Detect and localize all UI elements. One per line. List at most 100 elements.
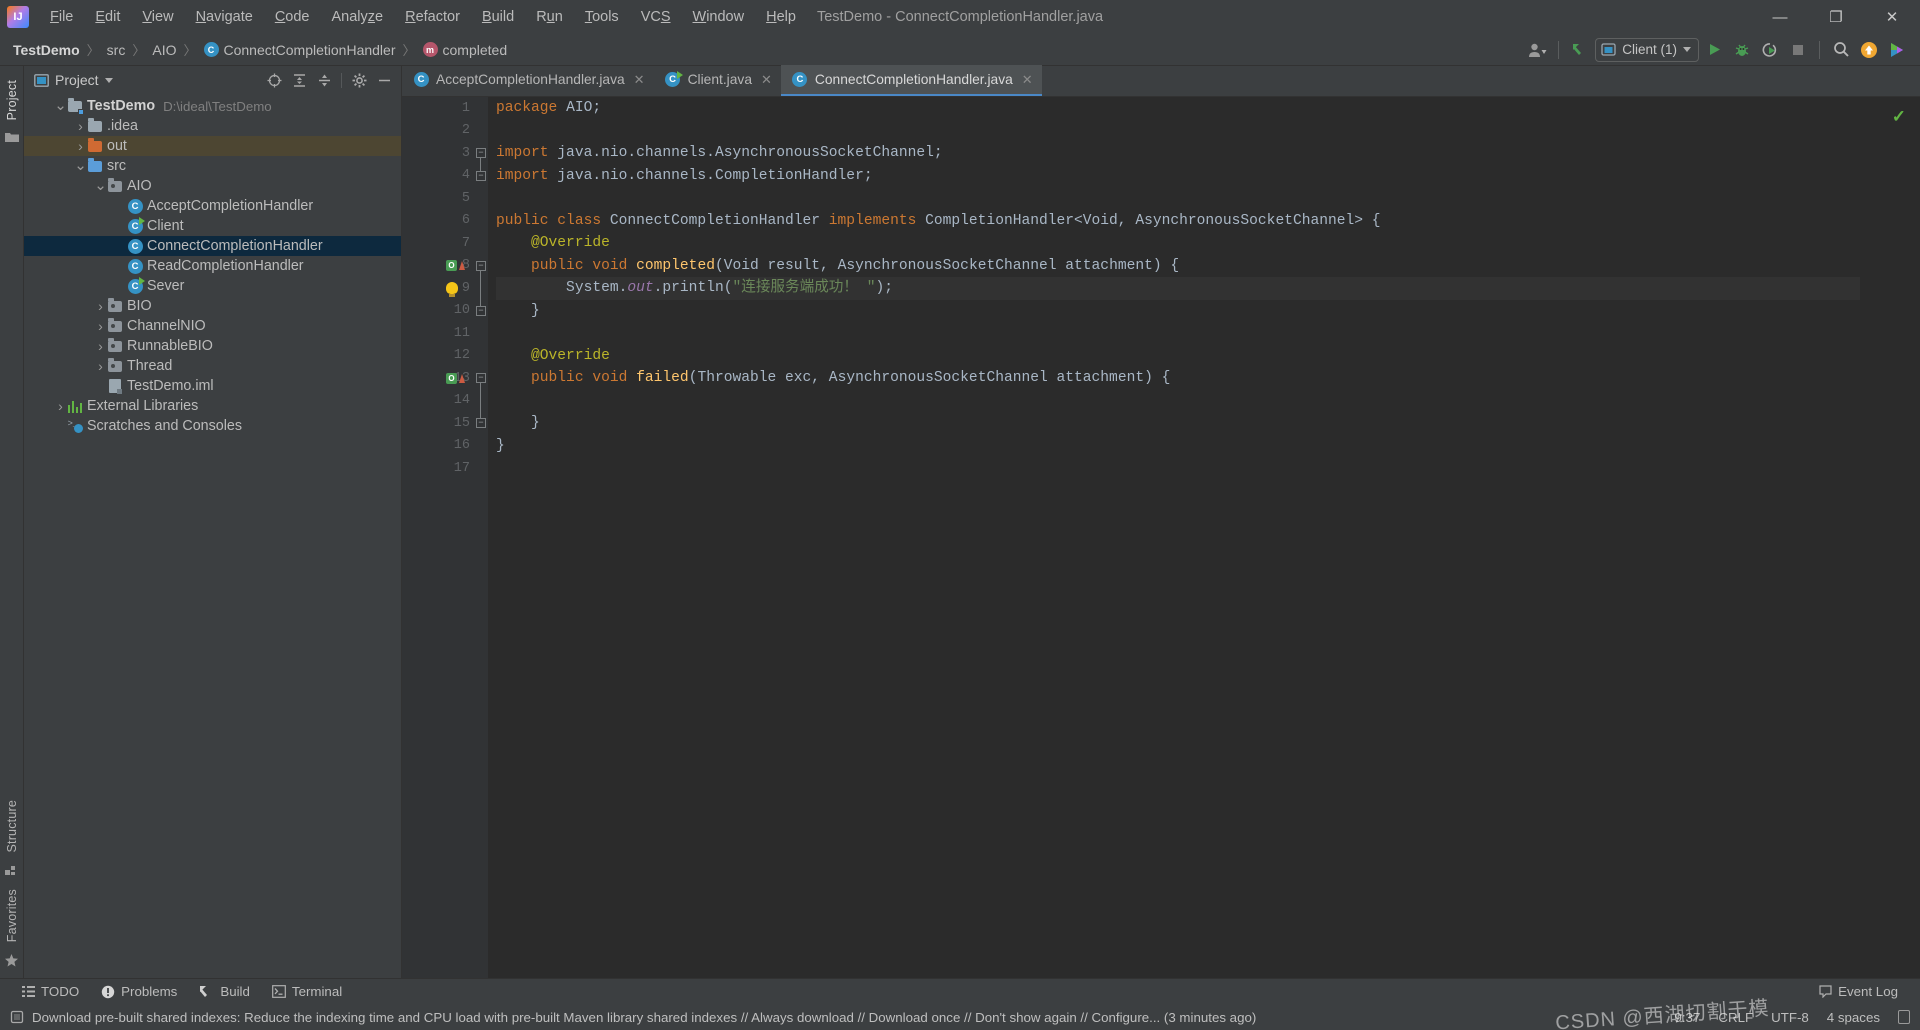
- code-line[interactable]: }: [496, 435, 1860, 458]
- scroll-from-source-icon[interactable]: [263, 69, 285, 91]
- chevron-down-icon[interactable]: ⌄: [54, 98, 67, 113]
- run-with-coverage-icon[interactable]: [1757, 37, 1783, 63]
- caret-position[interactable]: 9:37: [1674, 1010, 1700, 1025]
- tree-node-connectcompletionhandler[interactable]: C ConnectCompletionHandler: [24, 236, 401, 256]
- maximize-button[interactable]: ❐: [1808, 0, 1864, 34]
- tree-node-aio[interactable]: ⌄ AIO: [24, 176, 401, 196]
- gear-icon[interactable]: [348, 69, 370, 91]
- code-line[interactable]: package AIO;: [496, 97, 1860, 120]
- tree-node-out[interactable]: › out: [24, 136, 401, 156]
- fold-imports-icon[interactable]: −: [476, 148, 486, 158]
- source-code[interactable]: package AIO; import java.nio.channels.As…: [488, 97, 1860, 978]
- menu-item-run[interactable]: Run: [525, 4, 574, 30]
- tree-node--idea[interactable]: › .idea: [24, 116, 401, 136]
- editor-tab-acceptcompletionhandler-java[interactable]: C AcceptCompletionHandler.java ✕: [402, 65, 654, 96]
- editor-tab-connectcompletionhandler-java[interactable]: C ConnectCompletionHandler.java ✕: [780, 65, 1042, 96]
- close-icon[interactable]: ✕: [761, 72, 772, 88]
- menu-item-refactor[interactable]: Refactor: [394, 4, 471, 30]
- indent-setting[interactable]: 4 spaces: [1827, 1010, 1880, 1025]
- menu-item-navigate[interactable]: Navigate: [185, 4, 264, 30]
- hide-panel-icon[interactable]: [373, 69, 395, 91]
- menu-item-help[interactable]: Help: [755, 4, 807, 30]
- menu-item-analyze[interactable]: Analyze: [321, 4, 395, 30]
- code-line[interactable]: [496, 457, 1860, 480]
- editor-gutter[interactable]: 1 2 3 4 5 6 7 O 8 9 10 11 12 O 13 14 15 16 17: [402, 97, 474, 978]
- chevron-down-icon[interactable]: ⌄: [74, 158, 87, 173]
- tree-node-acceptcompletionhandler[interactable]: C AcceptCompletionHandler: [24, 196, 401, 216]
- editor-tab-client-java[interactable]: C Client.java ✕: [654, 65, 781, 96]
- chevron-right-icon[interactable]: ›: [94, 358, 107, 374]
- chevron-right-icon[interactable]: ›: [94, 318, 107, 334]
- tool-window-button-event-log[interactable]: Event Log: [1809, 982, 1908, 1001]
- breadcrumb-item-src[interactable]: src: [102, 40, 131, 60]
- tool-window-button-todo[interactable]: TODO: [12, 982, 89, 1001]
- tool-window-button-terminal[interactable]: Terminal: [262, 982, 352, 1001]
- search-everywhere-icon[interactable]: [1828, 37, 1854, 63]
- code-line[interactable]: @Override: [496, 232, 1860, 255]
- fold-method-completed-icon[interactable]: −: [476, 260, 486, 271]
- tool-window-button-project[interactable]: Project: [5, 74, 19, 126]
- code-line[interactable]: public class ConnectCompletionHandler im…: [496, 210, 1860, 233]
- breadcrumb-item-connectcompletionhandler[interactable]: C ConnectCompletionHandler: [199, 40, 401, 60]
- line-separator[interactable]: CRLF: [1718, 1010, 1753, 1025]
- tree-node-testdemo-iml[interactable]: TestDemo.iml: [24, 376, 401, 396]
- chevron-right-icon[interactable]: ›: [74, 138, 87, 154]
- project-panel-title-group[interactable]: Project: [34, 72, 113, 88]
- menu-item-code[interactable]: Code: [264, 4, 321, 30]
- tool-window-button-favorites[interactable]: Favorites: [5, 883, 19, 948]
- implements-method-icon[interactable]: O: [446, 260, 465, 272]
- update-project-icon[interactable]: [1567, 37, 1593, 63]
- feedback-icon[interactable]: [1884, 37, 1910, 63]
- tree-node-readcompletionhandler[interactable]: C ReadCompletionHandler: [24, 256, 401, 276]
- code-line[interactable]: import java.nio.channels.AsynchronousSoc…: [496, 142, 1860, 165]
- tree-node-bio[interactable]: › BIO: [24, 296, 401, 316]
- menu-item-tools[interactable]: Tools: [574, 4, 630, 30]
- menu-item-file[interactable]: File: [39, 4, 84, 30]
- run-icon[interactable]: [1701, 37, 1727, 63]
- tree-node-src[interactable]: ⌄ src: [24, 156, 401, 176]
- debug-icon[interactable]: [1729, 37, 1755, 63]
- breadcrumb-item-aio[interactable]: AIO: [147, 40, 181, 60]
- intention-bulb-icon[interactable]: [446, 282, 458, 298]
- chevron-right-icon[interactable]: ›: [94, 298, 107, 314]
- file-encoding[interactable]: UTF-8: [1771, 1010, 1809, 1025]
- tree-node-testdemo[interactable]: ⌄ TestDemo D:\ideal\TestDemo: [24, 96, 401, 116]
- read-write-lock-icon[interactable]: [1898, 1010, 1910, 1024]
- chevron-down-icon[interactable]: ⌄: [94, 178, 107, 193]
- code-line[interactable]: System.out.println("连接服务端成功！ ");: [496, 277, 1860, 300]
- fold-method-completed-end-icon[interactable]: −: [476, 305, 486, 316]
- ok-checkmark-icon[interactable]: ✓: [1892, 107, 1906, 127]
- status-message[interactable]: Download pre-built shared indexes: Reduc…: [32, 1010, 1256, 1025]
- code-line[interactable]: }: [496, 412, 1860, 435]
- code-line[interactable]: [496, 322, 1860, 345]
- tool-window-button-problems[interactable]: Problems: [91, 982, 187, 1001]
- chevron-right-icon[interactable]: ›: [54, 398, 67, 414]
- close-button[interactable]: ✕: [1864, 0, 1920, 34]
- menu-item-vcs[interactable]: VCS: [630, 4, 682, 30]
- tree-node-client[interactable]: C Client: [24, 216, 401, 236]
- minimize-button[interactable]: —: [1752, 0, 1808, 34]
- code-line[interactable]: public void failed(Throwable exc, Asynch…: [496, 367, 1860, 390]
- code-line[interactable]: [496, 120, 1860, 143]
- menu-item-edit[interactable]: Edit: [84, 4, 131, 30]
- collapse-all-icon[interactable]: [313, 69, 335, 91]
- close-icon[interactable]: ✕: [1022, 72, 1033, 88]
- fold-method-failed-end-icon[interactable]: −: [476, 418, 486, 428]
- project-tree[interactable]: ⌄ TestDemo D:\ideal\TestDemo › .idea › out ⌄ src…: [24, 94, 401, 978]
- breadcrumb-item-testdemo[interactable]: TestDemo: [8, 40, 85, 60]
- menu-item-build[interactable]: Build: [471, 4, 525, 30]
- tool-window-button-structure[interactable]: Structure: [5, 794, 19, 859]
- code-line[interactable]: import java.nio.channels.CompletionHandl…: [496, 165, 1860, 188]
- menu-item-view[interactable]: View: [131, 4, 184, 30]
- tree-node-channelnio[interactable]: › ChannelNIO: [24, 316, 401, 336]
- breadcrumb-item-completed[interactable]: m completed: [418, 40, 513, 60]
- tree-node-runnablebio[interactable]: › RunnableBIO: [24, 336, 401, 356]
- ide-update-icon[interactable]: [1856, 37, 1882, 63]
- run-configuration-selector[interactable]: Client (1): [1595, 37, 1699, 62]
- tree-node-thread[interactable]: › Thread: [24, 356, 401, 376]
- code-line[interactable]: @Override: [496, 345, 1860, 368]
- tree-node-scratches-and-consoles[interactable]: Scratches and Consoles: [24, 416, 401, 436]
- fold-method-failed-icon[interactable]: −: [476, 373, 486, 383]
- code-line[interactable]: [496, 187, 1860, 210]
- code-line[interactable]: [496, 390, 1860, 413]
